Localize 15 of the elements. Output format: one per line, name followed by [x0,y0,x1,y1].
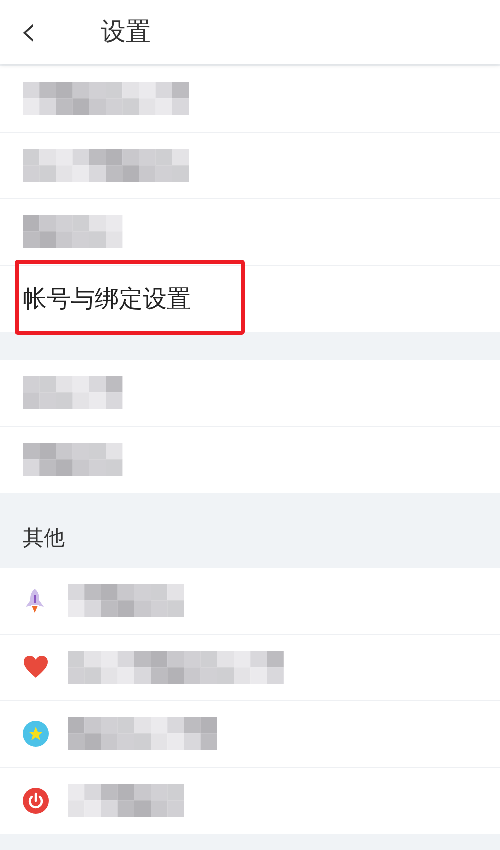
power-icon [23,788,49,814]
settings-item[interactable] [0,768,500,834]
settings-item[interactable] [0,199,500,266]
heart-icon [23,655,49,680]
rocket-icon [23,588,47,614]
settings-item[interactable] [0,634,500,701]
item-label: 帐号与绑定设置 [23,284,191,315]
section-title: 其他 [23,524,65,552]
settings-item[interactable] [0,426,500,493]
settings-item[interactable] [0,66,500,132]
back-button[interactable]: ‹ [0,10,70,54]
settings-item[interactable] [0,701,500,768]
settings-item[interactable] [0,568,500,634]
page-title: 设置 [101,16,151,48]
settings-item[interactable] [0,132,500,199]
